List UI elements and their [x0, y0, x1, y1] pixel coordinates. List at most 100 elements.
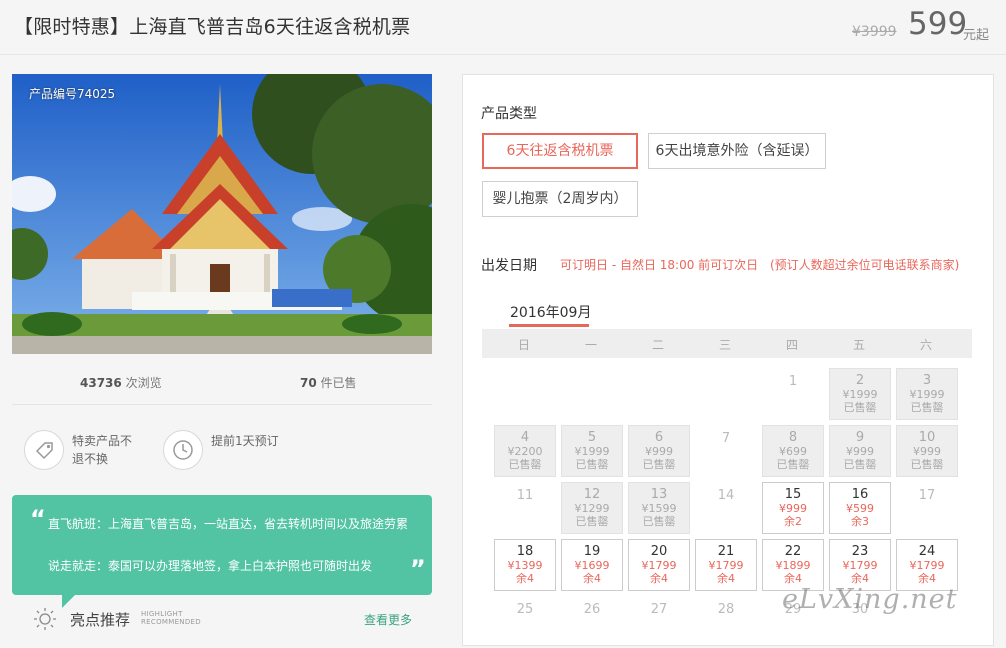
day-price: ¥1999 [909, 388, 945, 401]
day-availability: 余2 [784, 515, 802, 528]
calendar-day-4: 4 ¥2200 已售罄 [494, 425, 556, 477]
highlights-header: 亮点推荐 HIGHLIGHT RECOMMENDED 查看更多 [30, 604, 432, 634]
calendar-day-20[interactable]: 20 ¥1799 余4 [628, 539, 690, 591]
day-price: ¥1699 [574, 559, 610, 572]
highlights-title: 亮点推荐 [70, 611, 131, 629]
day-availability: 已售罄 [508, 458, 542, 471]
month-tab-underline [509, 324, 589, 327]
day-number: 26 [583, 602, 601, 617]
option-infant-ticket[interactable]: 婴儿抱票（2周岁内） [482, 181, 638, 217]
calendar-day-6: 6 ¥999 已售罄 [628, 425, 690, 477]
day-price: ¥1799 [842, 559, 878, 572]
day-price: ¥999 [913, 445, 941, 458]
day-number: 27 [650, 602, 668, 617]
depart-date-label: 出发日期 [481, 258, 537, 274]
day-number: 9 [855, 430, 865, 445]
day-number: 20 [650, 544, 668, 559]
weekday-label: 日 [517, 338, 530, 352]
day-number: 14 [717, 488, 735, 503]
calendar-day-16[interactable]: 16 ¥599 余3 [829, 482, 891, 534]
day-price: ¥599 [846, 502, 874, 515]
day-price: ¥999 [846, 445, 874, 458]
calendar-day-18[interactable]: 18 ¥1399 余4 [494, 539, 556, 591]
calendar-day-10: 10 ¥999 已售罄 [896, 425, 958, 477]
calendar-day-8: 8 ¥699 已售罄 [762, 425, 824, 477]
day-number: 1 [788, 374, 798, 389]
calendar-day-15[interactable]: 15 ¥999 余2 [762, 482, 824, 534]
day-price: ¥1799 [708, 559, 744, 572]
day-availability: 余3 [851, 515, 869, 528]
weekday-label: 六 [919, 338, 932, 352]
day-price: ¥2200 [507, 445, 543, 458]
product-photo[interactable] [12, 74, 432, 354]
day-number: 4 [520, 430, 530, 445]
product-code: 产品编号74025 [29, 87, 116, 101]
weekday-label: 四 [785, 338, 798, 352]
option-travel-insurance[interactable]: 6天出境意外险（含延误） [648, 133, 826, 169]
calendar-day-2: 2 ¥1999 已售罄 [829, 368, 891, 420]
highlight-quote: “ 直飞航班：上海直飞普吉岛，一站直达，省去转机时间以及旅途劳累 说走就走：泰国… [12, 495, 432, 595]
price-unit: 元起 [963, 28, 990, 43]
day-availability: 余4 [583, 572, 601, 585]
day-availability: 已售罄 [575, 458, 609, 471]
day-price: ¥1899 [775, 559, 811, 572]
calendar-day-1: 1 [762, 368, 824, 420]
header: 【限时特惠】上海直飞普吉岛6天往返含税机票 ¥3999 599 元起 [0, 0, 1006, 55]
day-availability: 已售罄 [575, 515, 609, 528]
sold-count: 70 [300, 376, 317, 390]
view-more-link[interactable]: 查看更多 [364, 611, 412, 628]
calendar-day-19[interactable]: 19 ¥1699 余4 [561, 539, 623, 591]
booking-cutoff-note: 可订明日 - 自然日 18:00 前可订次日 [560, 258, 759, 272]
day-availability: 已售罄 [910, 401, 944, 414]
option-round-trip-ticket[interactable]: 6天往返含税机票 [482, 133, 638, 169]
calendar-day-17: 17 [896, 482, 958, 534]
calendar-day-26: 26 [561, 596, 623, 648]
quote-line: 说走就走：泰国可以办理落地签，拿上白本护照也可随时出发 [48, 559, 373, 573]
day-number: 24 [918, 544, 936, 559]
views-count: 43736 [80, 376, 122, 390]
calendar-day-21[interactable]: 21 ¥1799 余4 [695, 539, 757, 591]
clock-icon [163, 430, 203, 470]
day-price: ¥1599 [641, 502, 677, 515]
day-price: ¥1799 [909, 559, 945, 572]
day-number: 23 [851, 544, 869, 559]
day-availability: 已售罄 [843, 458, 877, 471]
feature-text: 提前1天预订 [211, 434, 279, 448]
day-number: 10 [918, 430, 936, 445]
calendar-day-28: 28 [695, 596, 757, 648]
day-price: ¥1999 [842, 388, 878, 401]
day-price: ¥999 [779, 502, 807, 515]
open-quote-icon: “ [30, 505, 46, 533]
day-number: 25 [516, 602, 534, 617]
day-number: 8 [788, 430, 798, 445]
day-number: 13 [650, 487, 668, 502]
feature-no-refund: 特卖产品不退不换 [24, 430, 154, 472]
stats-bar: 43736 次浏览 70 件已售 [12, 362, 432, 405]
day-availability: 余4 [516, 572, 534, 585]
weekday-label: 三 [718, 338, 731, 352]
day-number: 6 [654, 430, 664, 445]
calendar-day-12: 12 ¥1299 已售罄 [561, 482, 623, 534]
day-price: ¥1399 [507, 559, 543, 572]
day-number: 7 [721, 431, 731, 446]
day-availability: 已售罄 [776, 458, 810, 471]
sold-stat: 70 件已售 [300, 374, 357, 391]
temple-illustration [12, 74, 432, 354]
highlights-subtitle-line1: HIGHLIGHT [141, 610, 183, 618]
tag-icon [24, 430, 64, 470]
product-title: 【限时特惠】上海直飞普吉岛6天往返含税机票 [14, 16, 411, 38]
views-label: 次浏览 [125, 376, 162, 390]
sun-icon [34, 608, 56, 630]
highlights-subtitle-line2: RECOMMENDED [141, 618, 201, 626]
month-tab[interactable]: 2016年09月 [510, 302, 591, 322]
day-number: 15 [784, 487, 802, 502]
current-price: 599 [908, 6, 968, 42]
booking-contact-note: (预订人数超过余位可电话联系商家) [770, 258, 960, 272]
day-availability: 余4 [650, 572, 668, 585]
calendar-day-25: 25 [494, 596, 556, 648]
day-number: 3 [922, 373, 932, 388]
day-number: 11 [516, 488, 534, 503]
feature-book-ahead: 提前1天预订 [163, 430, 293, 472]
day-price: ¥999 [645, 445, 673, 458]
day-number: 22 [784, 544, 802, 559]
